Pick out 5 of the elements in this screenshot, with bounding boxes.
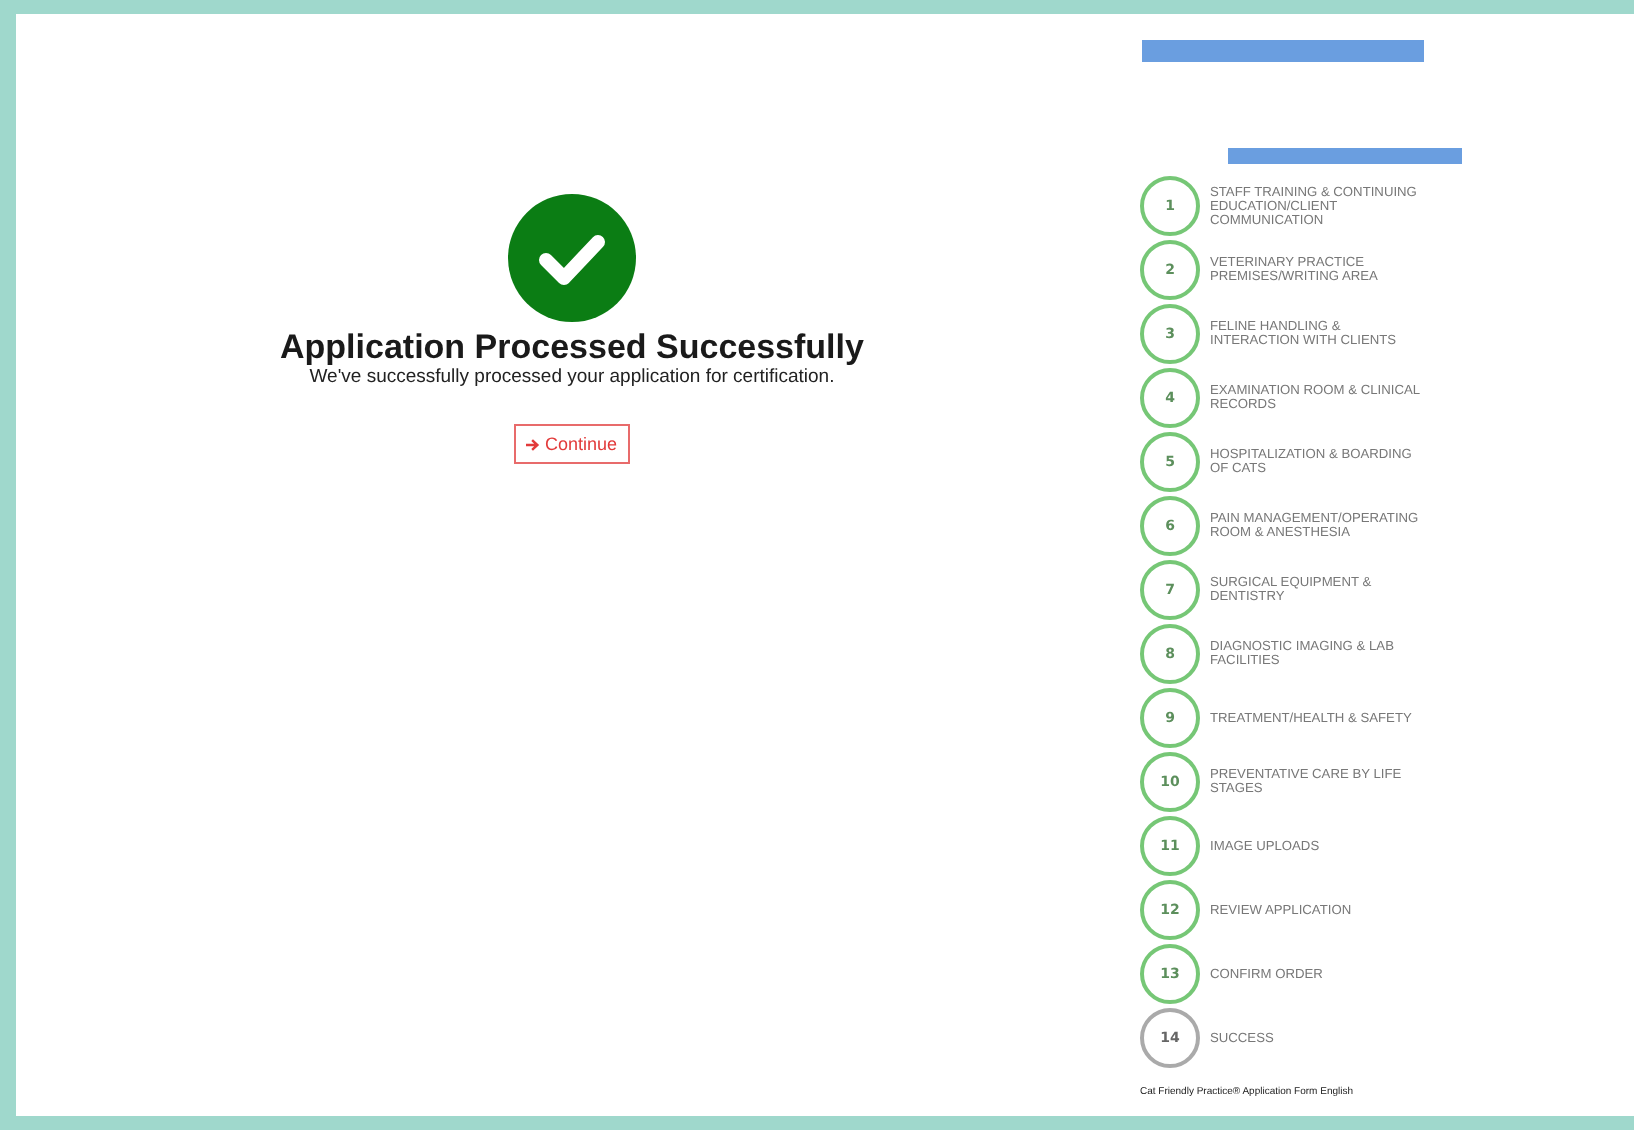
success-check-icon (508, 194, 636, 322)
success-message: We've successfully processed your application for certification. (309, 366, 835, 388)
continue-button[interactable]: Continue (514, 424, 630, 464)
success-title: Application Processed Successfully (280, 330, 864, 366)
arrow-icon (526, 437, 541, 451)
